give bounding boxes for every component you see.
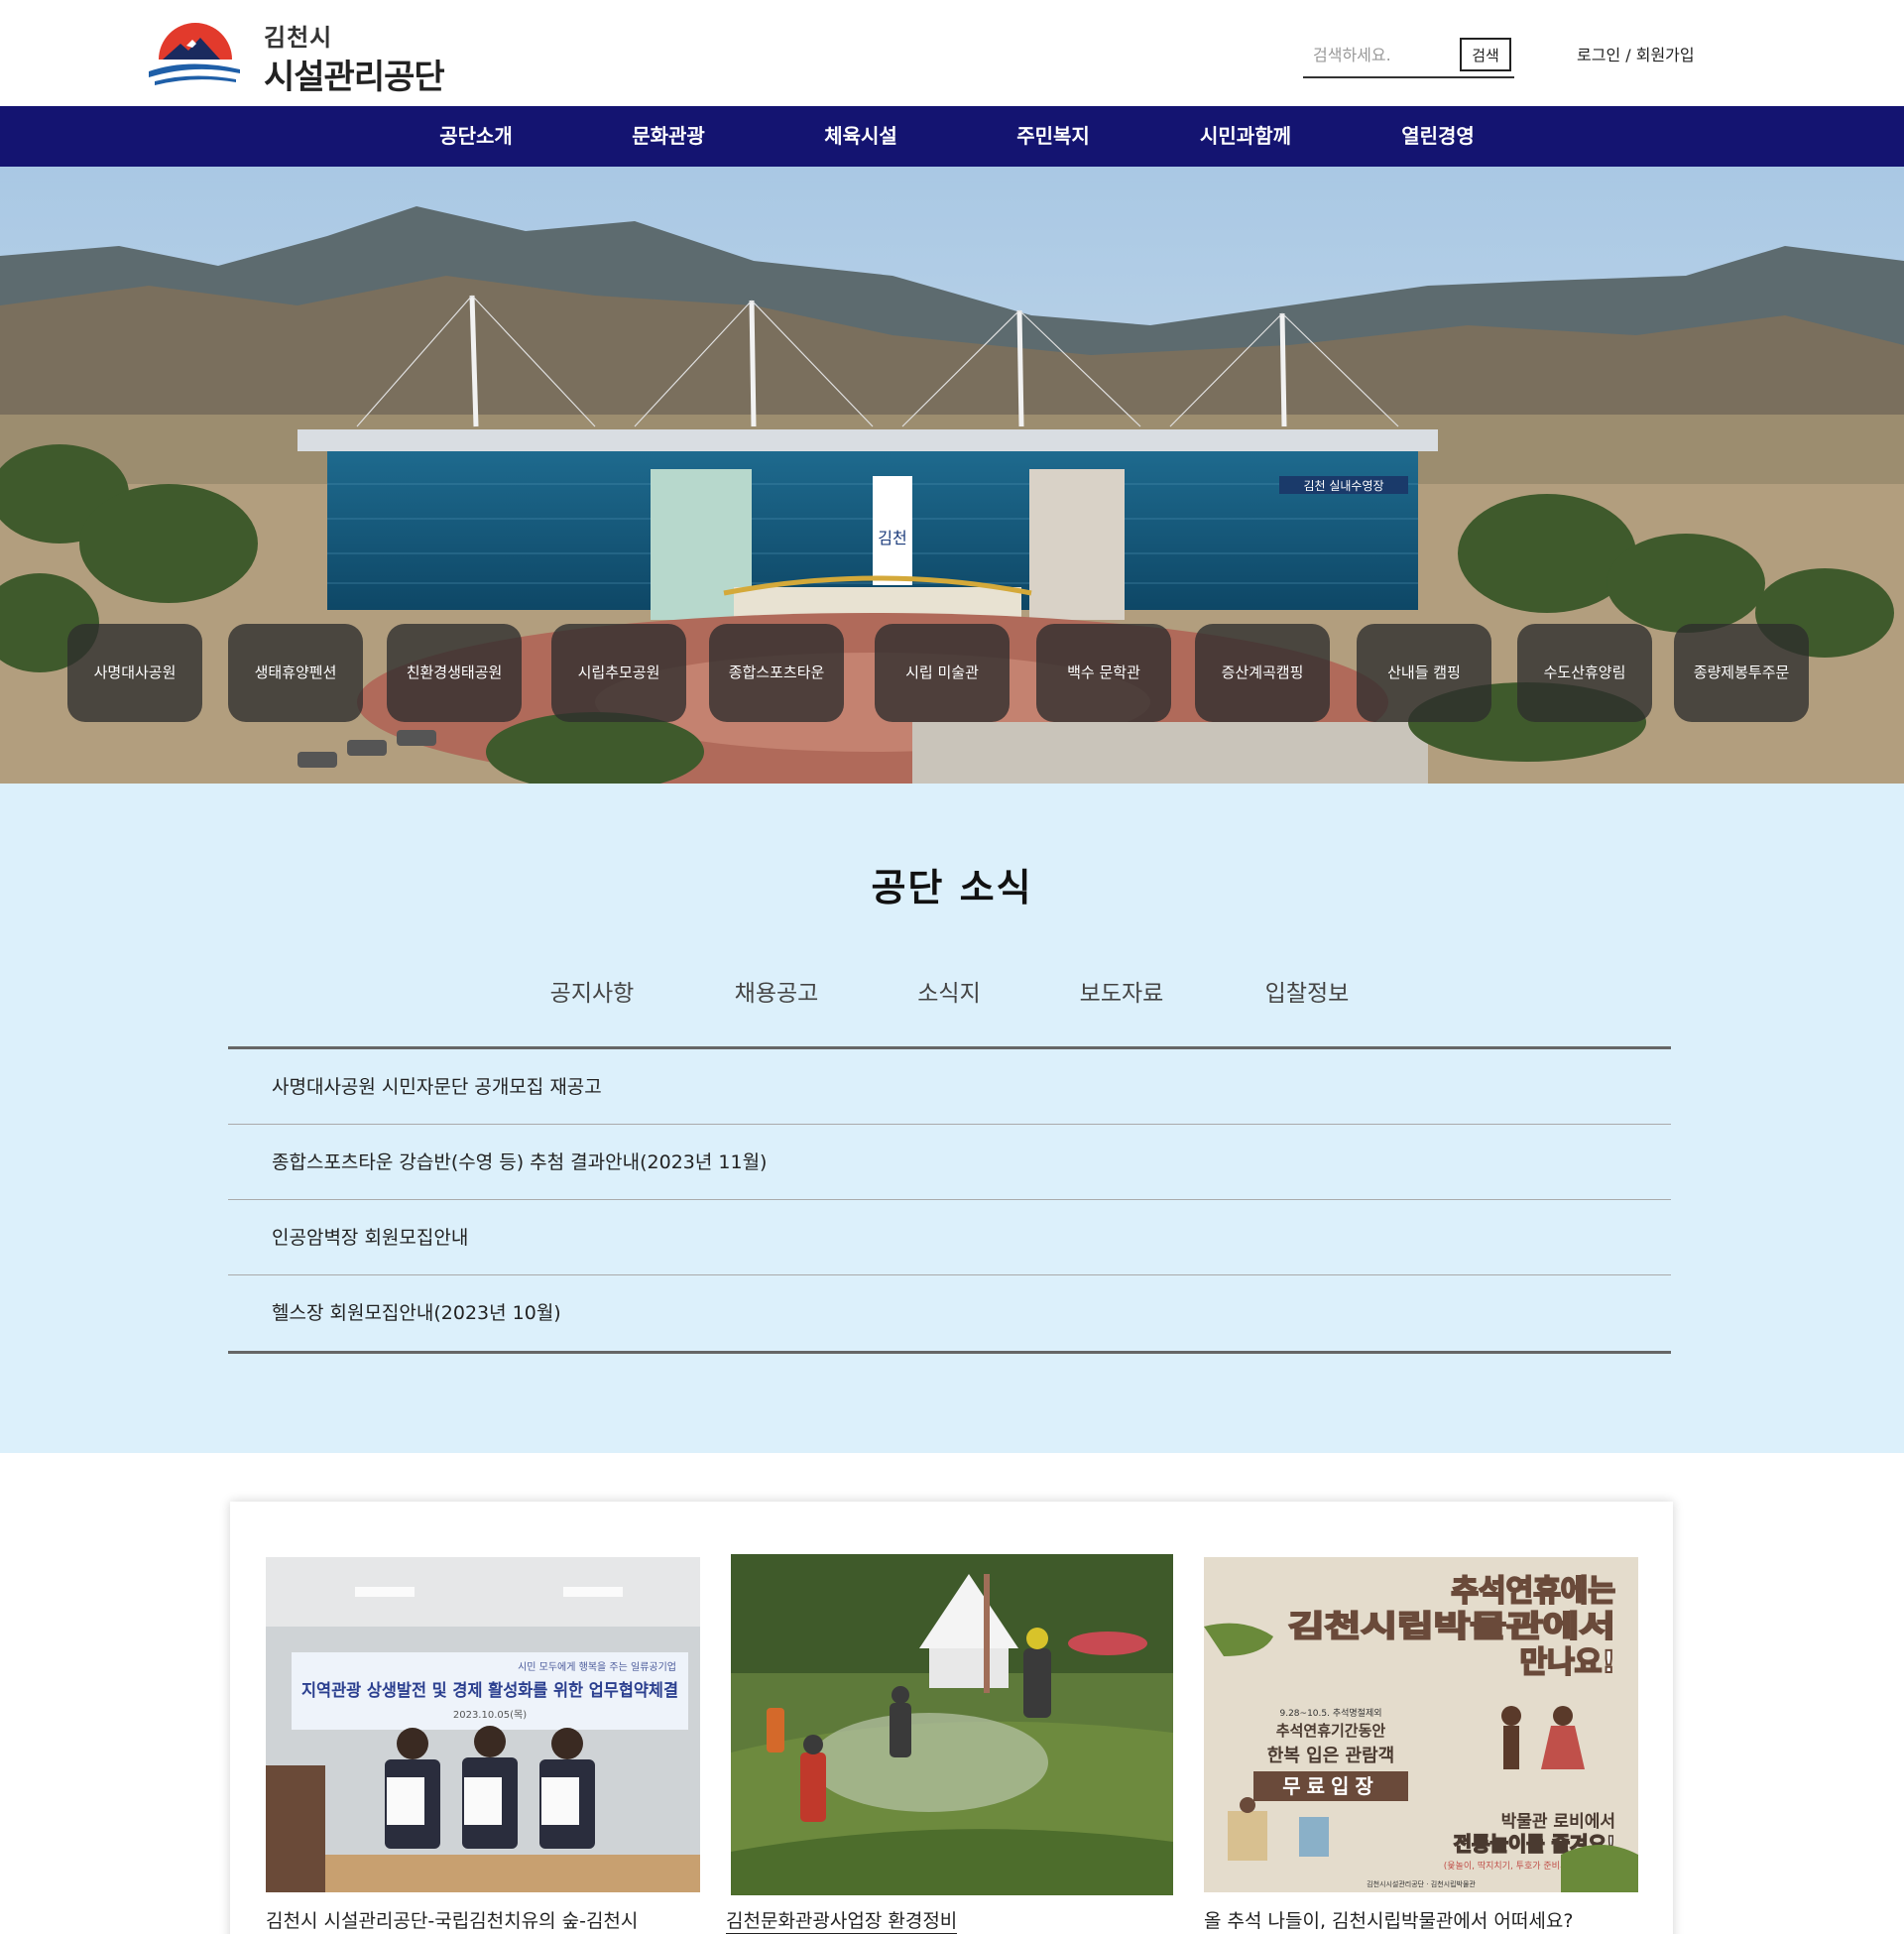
poster-subline-3: 박물관 로비에서 bbox=[1501, 1812, 1615, 1832]
poster-subline-2: 한복 입은 관람객 bbox=[1267, 1745, 1394, 1766]
logo-mark-icon bbox=[149, 23, 240, 85]
gallery-photo-mou: 시민 모두에게 행복을 주는 일류공기업 지역관광 상생발전 및 경제 활성화를… bbox=[266, 1557, 700, 1892]
poster-headline-1: 추석연휴에는 bbox=[1451, 1574, 1615, 1609]
facility-link-art-museum[interactable]: 시립 미술관 bbox=[875, 624, 1010, 722]
news-section-title: 공단 소식 bbox=[871, 866, 1033, 909]
signup-link[interactable]: 회원가입 bbox=[1636, 46, 1695, 64]
nav-item-management[interactable]: 열린경영 bbox=[1359, 106, 1517, 167]
gallery-card-title[interactable]: 김천시 시설관리공단-국립김천치유의 숲-김천시 bbox=[266, 1906, 638, 1933]
poster-headline-3: 만나요! bbox=[1520, 1645, 1615, 1680]
building-sign-text: 김천 실내수영장 bbox=[1303, 478, 1383, 493]
search-button[interactable]: 검색 bbox=[1460, 38, 1511, 71]
facility-link-sports-town[interactable]: 종합스포츠타운 bbox=[709, 624, 844, 722]
tab-newsletter[interactable]: 소식지 bbox=[875, 974, 1023, 1008]
poster-free-entry: 무료입장 bbox=[1282, 1774, 1379, 1798]
facility-link-sannaedeul-camping[interactable]: 산내들 캠핑 bbox=[1357, 624, 1491, 722]
logo-org-text: 시설관리공단 bbox=[264, 58, 445, 97]
nav-item-about[interactable]: 공단소개 bbox=[397, 106, 555, 167]
mou-banner-title: 지역관광 상생발전 및 경제 활성화를 위한 업무협약체결 bbox=[301, 1680, 678, 1701]
hero-banner-text: 김천 bbox=[878, 529, 906, 547]
news-list-item[interactable]: 헬스장 회원모집안내(2023년 10월) bbox=[228, 1275, 1671, 1351]
facility-link-eco-park[interactable]: 친환경생태공원 bbox=[387, 624, 522, 722]
login-link[interactable]: 로그인 bbox=[1577, 46, 1620, 64]
user-links-separator: / bbox=[1620, 46, 1636, 64]
gallery-card-title[interactable]: 올 추석 나들이, 김천시립박물관에서 어떠세요? bbox=[1204, 1906, 1573, 1933]
gallery-card[interactable]: 추석연휴에는 김천시립박물관에서 만나요! 9.28~10.5. 추석명절제외 … bbox=[1204, 1557, 1638, 1892]
gallery-photo-cleanup bbox=[731, 1554, 1173, 1895]
poster-footer: 김천시시설관리공단 · 김천시립박물관 bbox=[1367, 1879, 1476, 1888]
news-list-item[interactable]: 종합스포츠타운 강습반(수영 등) 추첨 결과안내(2023년 11월) bbox=[228, 1125, 1671, 1200]
poster-date: 9.28~10.5. 추석명절제외 bbox=[1279, 1707, 1381, 1719]
poster-subline-1: 추석연휴기간동안 bbox=[1276, 1722, 1386, 1740]
facility-link-literature-hall[interactable]: 백수 문학관 bbox=[1036, 624, 1171, 722]
gallery-card[interactable]: 시민 모두에게 행복을 주는 일류공기업 지역관광 상생발전 및 경제 활성화를… bbox=[266, 1557, 700, 1892]
site-logo[interactable]: 김천시 시설관리공단 bbox=[149, 16, 446, 97]
logo-city-text: 김천시 bbox=[264, 24, 333, 52]
news-list-item[interactable]: 인공암벽장 회원모집안내 bbox=[228, 1200, 1671, 1275]
tab-recruitment[interactable]: 채용공고 bbox=[702, 974, 851, 1008]
facility-link-eco-pension[interactable]: 생태휴양펜션 bbox=[228, 624, 363, 722]
gallery-card[interactable] bbox=[731, 1554, 1173, 1895]
tab-notices[interactable]: 공지사항 bbox=[518, 974, 666, 1008]
mou-banner-date: 2023.10.05(목) bbox=[453, 1709, 527, 1721]
news-section: 공단 소식 공지사항 채용공고 소식지 보도자료 입찰정보 사명대사공원 시민자… bbox=[0, 784, 1904, 1453]
poster-headline-2: 김천시립박물관에서 bbox=[1288, 1610, 1615, 1644]
news-list-item[interactable]: 사명대사공원 시민자문단 공개모집 재공고 bbox=[228, 1049, 1671, 1125]
tab-press-releases[interactable]: 보도자료 bbox=[1047, 974, 1196, 1008]
facility-link-sudosan-forest[interactable]: 수도산휴양림 bbox=[1517, 624, 1652, 722]
facility-link-samyeong-park[interactable]: 사명대사공원 bbox=[67, 624, 202, 722]
mou-banner-small-text: 시민 모두에게 행복을 주는 일류공기업 bbox=[518, 1660, 676, 1673]
nav-item-citizens[interactable]: 시민과함께 bbox=[1166, 106, 1325, 167]
facility-link-garbage-bag-order[interactable]: 종량제봉투주문 bbox=[1674, 624, 1809, 722]
site-header: 김천시 시설관리공단 검색 로그인 / 회원가입 bbox=[0, 0, 1904, 106]
main-nav: 공단소개 문화관광 체육시설 주민복지 시민과함께 열린경영 bbox=[0, 106, 1904, 167]
facility-link-jeungsan-camping[interactable]: 증산계곡캠핑 bbox=[1195, 624, 1330, 722]
gallery-card-title[interactable]: 김천문화관광사업장 환경정비 bbox=[726, 1906, 958, 1934]
user-links: 로그인 / 회원가입 bbox=[1577, 42, 1695, 65]
gallery-poster-museum: 추석연휴에는 김천시립박물관에서 만나요! 9.28~10.5. 추석명절제외 … bbox=[1204, 1557, 1638, 1892]
nav-item-culture[interactable]: 문화관광 bbox=[589, 106, 748, 167]
nav-item-welfare[interactable]: 주민복지 bbox=[974, 106, 1132, 167]
search-input[interactable] bbox=[1313, 42, 1462, 67]
nav-item-sports[interactable]: 체육시설 bbox=[781, 106, 940, 167]
news-list: 사명대사공원 시민자문단 공개모집 재공고 종합스포츠타운 강습반(수영 등) … bbox=[228, 1046, 1671, 1354]
tab-bids[interactable]: 입찰정보 bbox=[1233, 974, 1381, 1008]
search-box: 검색 bbox=[1303, 36, 1514, 78]
hero-banner: 김천 김천 실내수영장 사명대사공원 생태휴양펜션 친환경생태공원 시립추모공원… bbox=[0, 167, 1904, 784]
photo-gallery: 시민 모두에게 행복을 주는 일류공기업 지역관광 상생발전 및 경제 활성화를… bbox=[230, 1502, 1673, 1934]
facility-link-memorial-park[interactable]: 시립추모공원 bbox=[551, 624, 686, 722]
